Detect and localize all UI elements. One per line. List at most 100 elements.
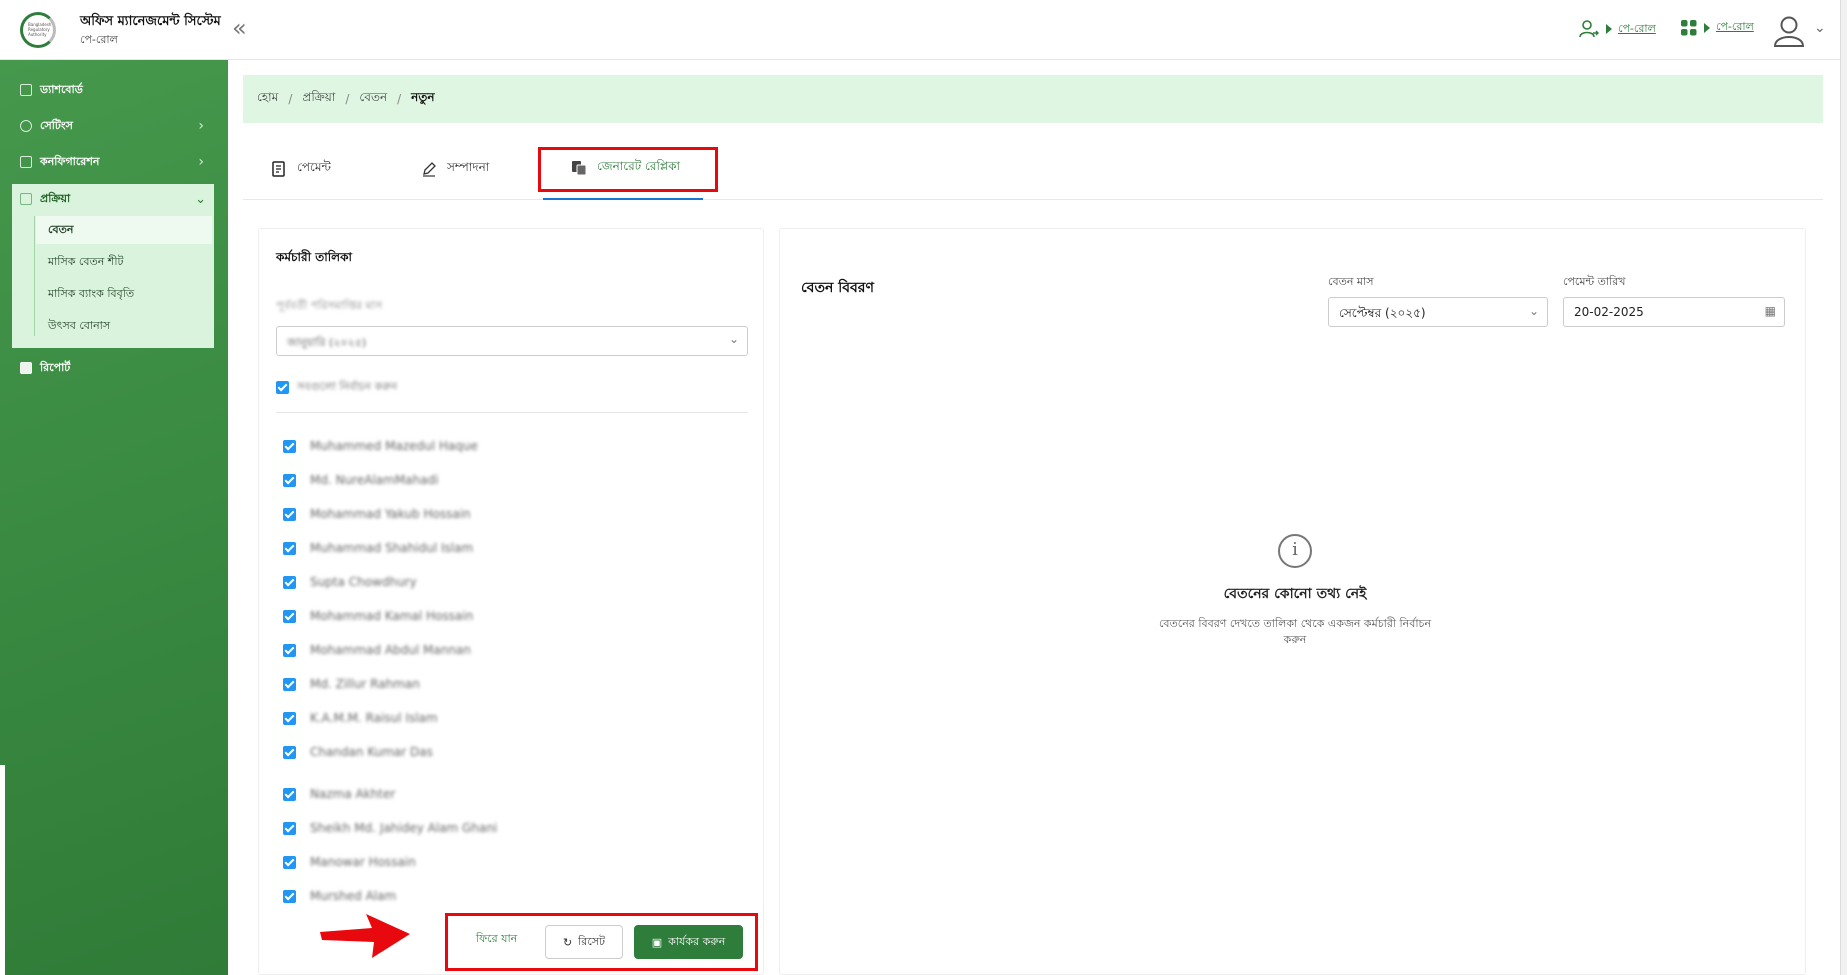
execute-button[interactable]: ▣ কার্যকর করুন <box>634 925 743 959</box>
apps-link-label: পে-রোল <box>1716 20 1754 33</box>
sidebar-process-group: প্রক্রিয়া ⌄ বেতন মাসিক বেতন শীট মাসিক ব… <box>12 184 214 348</box>
app-subtitle: পে-রোল <box>80 33 118 46</box>
employee-checkbox[interactable] <box>283 821 296 835</box>
payment-icon <box>272 161 285 177</box>
list-item[interactable]: Mohammad Abdul Mannan <box>283 643 471 657</box>
list-item[interactable]: Md. Zillur Rahman <box>283 677 420 691</box>
breadcrumb-separator: / <box>288 92 293 106</box>
app-title: অফিস ম্যানেজমেন্ট সিস্টেম <box>80 14 221 29</box>
tab-edit[interactable]: সম্পাদনা <box>421 138 489 200</box>
sidebar: ড্যাশবোর্ড সেটিংস › কনফিগারেশন › প্রক্রি… <box>0 60 228 975</box>
tab-payment[interactable]: পেমেন্ট <box>271 138 331 200</box>
list-item[interactable]: K.A.M.M. Raisul Islam <box>283 711 438 725</box>
list-item[interactable]: Muhammad Shahidul Islam <box>283 541 473 555</box>
breadcrumb-process[interactable]: প্রক্রিয়া <box>302 89 335 109</box>
employee-list-title: কর্মচারী তালিকা <box>276 250 352 264</box>
submenu-guide-line <box>34 216 35 336</box>
list-item[interactable]: Murshed Alam <box>283 889 396 903</box>
reset-button[interactable]: ↻ রিসেট <box>545 925 623 959</box>
employee-name: Nazma Akhter <box>310 787 396 801</box>
salary-month-select[interactable]: সেপ্টেম্বর (২০২৫) ⌄ <box>1328 297 1548 327</box>
employee-checkbox[interactable] <box>283 507 296 521</box>
employee-checkbox[interactable] <box>283 439 296 453</box>
divider <box>276 412 748 413</box>
sidebar-subitem-festival-bonus[interactable]: উৎসব বোনাস <box>36 312 212 340</box>
sidebar-item-report[interactable]: রিপোর্ট <box>0 352 228 384</box>
list-item[interactable]: Nazma Akhter <box>283 787 395 801</box>
tab-label: পেমেন্ট <box>297 160 331 174</box>
payment-date-field[interactable]: 20-02-2025 ▦ <box>1563 297 1785 327</box>
payment-date-label: পেমেন্ট তারিখ <box>1563 275 1626 288</box>
employee-checkbox[interactable] <box>283 745 296 759</box>
calendar-icon[interactable]: ▦ <box>1765 304 1776 318</box>
sidebar-item-process[interactable]: প্রক্রিয়া ⌄ <box>12 184 214 214</box>
employee-checkbox[interactable] <box>283 609 296 623</box>
select-all-checkbox[interactable] <box>276 381 289 394</box>
employee-checkbox[interactable] <box>283 643 296 657</box>
user-avatar-icon[interactable] <box>1772 14 1806 48</box>
sidebar-item-configuration[interactable]: কনফিগারেশন › <box>0 146 228 178</box>
list-item[interactable]: Mohammad Kamal Hossain <box>283 609 473 623</box>
pointer-arrow-icon <box>320 914 410 958</box>
list-item[interactable]: Chandan Kumar Das <box>283 745 433 759</box>
back-button[interactable]: ফিরে যান <box>476 930 517 949</box>
tab-label: সম্পাদনা <box>447 160 490 174</box>
sidebar-item-dashboard[interactable]: ড্যাশবোর্ড <box>0 74 228 106</box>
collapse-sidebar-icon[interactable]: « <box>232 16 247 40</box>
payroll-switch-link[interactable]: পে-রোল <box>1578 18 1656 40</box>
list-item[interactable]: Sheikh Md. Jahidey Alam Ghani <box>283 821 497 835</box>
top-header: Bangladesh Regulatory Authority অফিস ম্য… <box>0 0 1847 60</box>
select-all-label: সবগুলো নির্বাচন করুন <box>297 380 398 393</box>
employee-name: Md. Zillur Rahman <box>310 677 420 691</box>
employee-checkbox[interactable] <box>283 711 296 725</box>
chevron-down-icon: ⌄ <box>728 332 739 346</box>
sidebar-subitem-bank-statement[interactable]: মাসিক ব্যাংক বিবৃতি <box>36 280 212 308</box>
list-item[interactable]: Supta Chowdhury <box>283 575 417 589</box>
breadcrumb-home[interactable]: হোম <box>257 89 278 109</box>
refresh-icon: ↻ <box>562 935 573 949</box>
prev-month-value: জানুয়ারি (২০২৫) <box>287 336 367 349</box>
employee-checkbox[interactable] <box>283 889 296 903</box>
chevron-down-icon: ⌄ <box>1528 304 1539 318</box>
employee-name: Manowar Hossain <box>310 855 416 869</box>
chevron-down-icon[interactable]: ⌄ <box>1814 20 1826 36</box>
execute-button-label: কার্যকর করুন <box>668 934 726 948</box>
salary-month-label: বেতন মাস <box>1328 275 1374 288</box>
employee-name: Chandan Kumar Das <box>310 745 433 759</box>
gear-icon <box>20 120 32 132</box>
employee-checkbox[interactable] <box>283 787 296 801</box>
sidebar-item-label: প্রক্রিয়া <box>40 191 71 205</box>
employee-name: Supta Chowdhury <box>310 575 417 589</box>
list-item[interactable]: Mohammad Yakub Hossain <box>283 507 471 521</box>
breadcrumb-current: নতুন <box>411 90 435 104</box>
page-scrollbar[interactable] <box>1840 0 1847 975</box>
sidebar-subitem-salary[interactable]: বেতন <box>36 216 212 244</box>
sidebar-item-label: কনফিগারেশন <box>40 154 100 168</box>
payroll-link-label: পে-রোল <box>1618 21 1656 35</box>
employee-name: Sheikh Md. Jahidey Alam Ghani <box>310 821 498 835</box>
breadcrumb-salary[interactable]: বেতন <box>359 89 387 109</box>
list-item[interactable]: Muhammed Mazedul Haque <box>283 439 478 453</box>
salary-details-title: বেতন বিবরণ <box>801 280 874 296</box>
employee-checkbox[interactable] <box>283 855 296 869</box>
employee-checkbox[interactable] <box>283 473 296 487</box>
dashboard-icon <box>20 84 32 96</box>
pencil-icon <box>423 162 436 177</box>
employee-checkbox[interactable] <box>283 575 296 589</box>
employee-name: K.A.M.M. Raisul Islam <box>310 711 438 725</box>
select-all-row[interactable]: সবগুলো নির্বাচন করুন <box>276 378 397 397</box>
list-item[interactable]: Manowar Hossain <box>283 855 416 869</box>
logo-caption: Bangladesh Regulatory Authority <box>28 22 52 37</box>
sidebar-subitem-monthly-salary-sheet[interactable]: মাসিক বেতন শীট <box>36 248 212 276</box>
empty-state: বেতনের কোনো তথ্য নেই বেতনের বিবরণ দেখতে … <box>1130 534 1460 648</box>
sidebar-item-settings[interactable]: সেটিংস › <box>0 110 228 142</box>
list-item[interactable]: Md. NureAlamMahadi <box>283 473 438 487</box>
prev-month-select[interactable]: জানুয়ারি (২০২৫) ⌄ <box>276 326 748 356</box>
employee-checkbox[interactable] <box>283 541 296 555</box>
employee-checkbox[interactable] <box>283 677 296 691</box>
tab-bar: পেমেন্ট সম্পাদনা জেনারেট রেপ্লিকা <box>243 138 1823 200</box>
payroll-apps-link[interactable]: পে-রোল <box>1680 18 1754 37</box>
breadcrumb: হোম / প্রক্রিয়া / বেতন / নতুন <box>243 75 1823 123</box>
sidebar-item-label: ড্যাশবোর্ড <box>40 82 83 96</box>
sidebar-item-label: সেটিংস <box>40 118 73 132</box>
